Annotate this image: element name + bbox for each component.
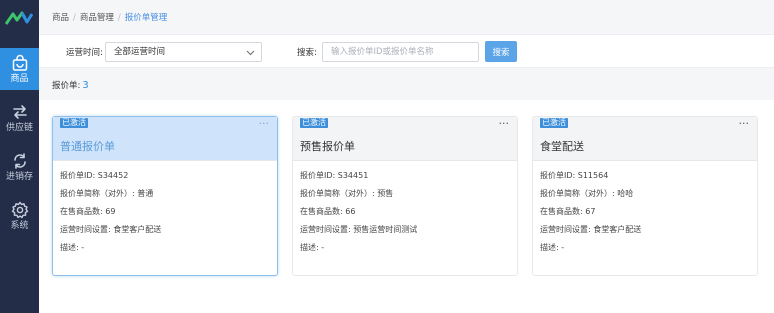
description: 描述: -: [300, 243, 325, 252]
main-area: 商品/商品管理/报价单管理 运营时间: 全部运营时间 搜索: 搜索 报价单:3 …: [39, 0, 774, 313]
status-badge: 已激活: [60, 118, 88, 128]
search-label: 搜索:: [297, 48, 317, 58]
swap-arrows-icon: [12, 104, 27, 119]
search-input[interactable]: [322, 42, 479, 62]
cycle-icon: [13, 152, 26, 169]
description: 描述: -: [540, 243, 565, 252]
chevron-down-icon: [246, 50, 255, 56]
sidebar: 商品 供应链 进销存 系统: [0, 0, 39, 313]
sidebar-item-inventory[interactable]: 进销存: [0, 146, 39, 188]
quote-alias: 报价单简称（对外）: 哈哈: [540, 189, 634, 198]
card-body: 报价单ID: S34451 报价单简称（对外）: 预售 在售商品数: 66 运营…: [293, 161, 517, 261]
quote-card[interactable]: 已激活 ··· 普通报价单 报价单ID: S34452 报价单简称（对外）: 普…: [52, 116, 278, 276]
card-body: 报价单ID: S11564 报价单简称（对外）: 哈哈 在售商品数: 67 运营…: [533, 161, 757, 261]
card-list: 已激活 ··· 普通报价单 报价单ID: S34452 报价单简称（对外）: 普…: [39, 100, 774, 313]
card-header: 已激活 ··· 普通报价单: [53, 117, 277, 161]
products-on-sale: 在售商品数: 66: [300, 207, 356, 216]
sidebar-item-label: 商品: [10, 73, 29, 84]
sidebar-item-supply-chain[interactable]: 供应链: [0, 97, 39, 139]
search-button[interactable]: 搜索: [485, 41, 517, 62]
card-body: 报价单ID: S34452 报价单简称（对外）: 普通 在售商品数: 69 运营…: [53, 161, 277, 261]
card-header: 已激活 ··· 食堂配送: [533, 117, 757, 161]
card-title: 食堂配送: [540, 140, 584, 153]
breadcrumb-item[interactable]: 商品: [52, 13, 69, 23]
sidebar-item-label: 进销存: [5, 171, 33, 182]
sidebar-item-system[interactable]: 系统: [0, 195, 39, 237]
status-badge: 已激活: [540, 118, 568, 128]
quote-id: 报价单ID: S11564: [540, 171, 609, 180]
quote-card[interactable]: 已激活 ··· 预售报价单 报价单ID: S34451 报价单简称（对外）: 预…: [292, 116, 518, 276]
description: 描述: -: [60, 243, 85, 252]
status-badge: 已激活: [300, 118, 328, 128]
filter-bar: 运营时间: 全部运营时间 搜索: 搜索: [39, 34, 774, 68]
breadcrumb-current: 报价单管理: [124, 13, 168, 23]
more-options-icon[interactable]: ···: [739, 118, 750, 129]
operating-time-setting: 运营时间设置: 预售运营时间测试: [300, 225, 418, 234]
products-on-sale: 在售商品数: 69: [60, 207, 116, 216]
operating-time-select[interactable]: 全部运营时间: [105, 42, 262, 62]
quote-count: 报价单: 3: [52, 79, 89, 91]
quote-card[interactable]: 已激活 ··· 食堂配送 报价单ID: S11564 报价单简称（对外）: 哈哈…: [532, 116, 758, 276]
more-options-icon[interactable]: ···: [499, 118, 510, 129]
operating-time-label: 运营时间:: [66, 48, 103, 58]
card-title: 普通报价单: [60, 140, 115, 153]
operating-time-setting: 运营时间设置: 食堂客户配送: [60, 225, 162, 234]
quote-alias: 报价单简称（对外）: 预售: [300, 189, 394, 198]
quote-count-label: 报价单:: [52, 81, 81, 91]
breadcrumb: 商品 / 商品管理 / 报价单管理: [52, 13, 168, 23]
quote-alias: 报价单简称（对外）: 普通: [60, 189, 154, 198]
sidebar-item-label: 供应链: [5, 122, 33, 133]
breadcrumb-item[interactable]: 商品管理: [80, 13, 114, 23]
sidebar-item-products[interactable]: 商品: [0, 48, 39, 90]
quote-id: 报价单ID: S34452: [60, 171, 129, 180]
quote-id: 报价单ID: S34451: [300, 171, 369, 180]
quote-count-value: 3: [82, 80, 89, 91]
products-on-sale: 在售商品数: 67: [540, 207, 596, 216]
sidebar-item-label: 系统: [10, 220, 29, 231]
card-header: 已激活 ··· 预售报价单: [293, 117, 517, 161]
more-options-icon[interactable]: ···: [259, 118, 270, 129]
gear-icon: [11, 201, 28, 218]
operating-time-setting: 运营时间设置: 食堂客户配送: [540, 225, 642, 234]
operating-time-value: 全部运营时间: [114, 47, 166, 57]
card-title: 预售报价单: [300, 140, 355, 153]
logo[interactable]: [5, 10, 33, 26]
shopping-bag-icon: [12, 54, 27, 71]
